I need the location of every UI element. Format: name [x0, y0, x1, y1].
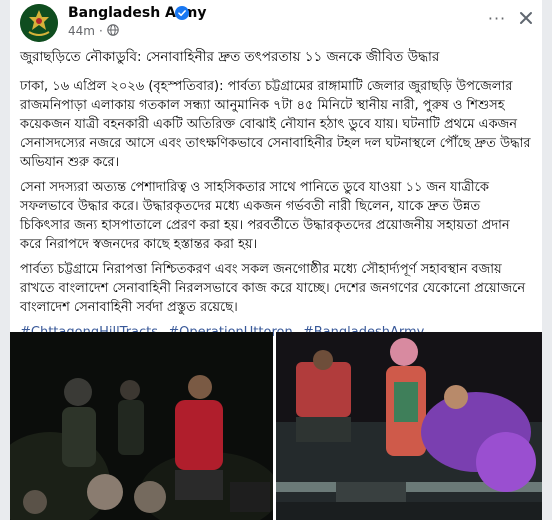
post-timestamp[interactable]: 44m — [68, 24, 95, 38]
verified-badge-icon — [175, 6, 189, 20]
army-emblem-icon — [20, 4, 58, 42]
globe-icon[interactable] — [107, 24, 119, 36]
rescue-photo-left[interactable] — [10, 332, 273, 520]
post-body: জুরাছড়িতে নৌকাডুবি: সেনাবাহিনীর দ্রুত ত… — [20, 48, 534, 348]
post-paragraph: ঢাকা, ১৬ এপ্রিল ২০২৬ (বৃহস্পতিবার): পার্… — [20, 79, 531, 170]
more-options-icon[interactable]: ··· — [486, 11, 508, 30]
post-paragraph: পার্বত্য চট্টগ্রামে নিরাপত্তা নিশ্চিতকরণ… — [20, 262, 526, 315]
night-rescue-image — [10, 332, 273, 520]
post-media — [10, 332, 542, 520]
close-icon[interactable] — [517, 9, 535, 27]
post-header: Bangladesh Army 44m · ··· — [10, 0, 542, 44]
post-paragraph: সেনা সদস্যরা অত্যন্ত পেশাদারিত্ব ও সাহসি… — [20, 180, 510, 252]
meta-separator: · — [98, 24, 103, 38]
page-avatar[interactable] — [20, 4, 58, 42]
night-rescue-image — [276, 332, 542, 520]
post-card: Bangladesh Army 44m · ··· জুরাছড়িতে নৌকা… — [10, 0, 542, 520]
post-headline: জুরাছড়িতে নৌকাডুবি: সেনাবাহিনীর দ্রুত ত… — [20, 49, 440, 65]
rescue-photo-right[interactable] — [276, 332, 542, 520]
post-meta: 44m · — [68, 23, 119, 39]
